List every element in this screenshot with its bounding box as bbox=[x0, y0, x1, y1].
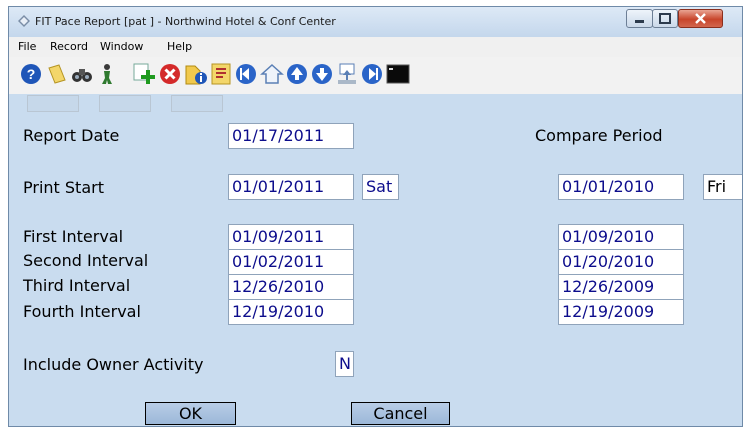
print-button[interactable] bbox=[335, 62, 359, 86]
fourth-interval-field[interactable]: 12/19/2010 bbox=[228, 299, 354, 325]
home-button[interactable] bbox=[260, 62, 284, 86]
maximize-icon bbox=[659, 13, 671, 24]
owner-activity-field[interactable]: N bbox=[335, 351, 354, 377]
toolbar: ? bbox=[9, 57, 742, 94]
print-start-field[interactable]: 01/01/2011 bbox=[228, 174, 354, 200]
menu-help[interactable]: Help bbox=[167, 40, 192, 53]
second-interval-compare-field[interactable]: 01/20/2010 bbox=[558, 249, 684, 275]
terminal-button[interactable] bbox=[386, 62, 410, 86]
compare-period-label: Compare Period bbox=[535, 126, 663, 145]
window-title: FIT Pace Report [pat ] - Northwind Hotel… bbox=[35, 15, 336, 28]
close-icon bbox=[695, 13, 706, 24]
report-date-label: Report Date bbox=[23, 126, 120, 145]
delete-button[interactable] bbox=[158, 62, 182, 86]
binoculars-icon bbox=[72, 69, 92, 82]
status-box-2 bbox=[99, 95, 151, 112]
third-interval-field[interactable]: 12/26/2010 bbox=[228, 274, 354, 300]
down-icon bbox=[312, 64, 332, 84]
owner-activity-label: Include Owner Activity bbox=[23, 355, 204, 374]
note-button[interactable] bbox=[45, 62, 69, 86]
terminal-icon bbox=[386, 64, 410, 84]
info-icon bbox=[185, 65, 207, 85]
up-button[interactable] bbox=[285, 62, 309, 86]
up-icon bbox=[287, 64, 307, 84]
info-button[interactable] bbox=[184, 62, 208, 86]
help-icon: ? bbox=[21, 64, 41, 84]
minimize-icon bbox=[635, 20, 644, 23]
down-button[interactable] bbox=[310, 62, 334, 86]
fourth-interval-compare-field[interactable]: 12/19/2009 bbox=[558, 299, 684, 325]
add-button[interactable] bbox=[132, 62, 156, 86]
figure-button[interactable] bbox=[95, 62, 119, 86]
title-bar[interactable]: FIT Pace Report [pat ] - Northwind Hotel… bbox=[9, 7, 742, 37]
minimize-button[interactable] bbox=[626, 9, 653, 28]
first-interval-field[interactable]: 01/09/2011 bbox=[228, 224, 354, 250]
compare-start-field[interactable]: 01/01/2010 bbox=[558, 174, 684, 200]
delete-icon bbox=[160, 64, 180, 84]
print-start-day-field[interactable]: Sat bbox=[362, 174, 399, 200]
next-button[interactable] bbox=[360, 62, 384, 86]
cancel-button[interactable]: Cancel bbox=[351, 402, 450, 425]
note-icon bbox=[48, 64, 66, 84]
menu-record[interactable]: Record bbox=[50, 40, 88, 53]
ok-button[interactable]: OK bbox=[145, 402, 236, 425]
form-area: Report Date 01/17/2011 Compare Period Pr… bbox=[9, 94, 742, 426]
compare-start-day-field[interactable]: Fri bbox=[703, 174, 742, 200]
second-interval-field[interactable]: 01/02/2011 bbox=[228, 249, 354, 275]
app-icon bbox=[18, 15, 30, 27]
list-icon bbox=[211, 63, 231, 85]
status-box-3 bbox=[171, 95, 223, 112]
menu-window[interactable]: Window bbox=[100, 40, 143, 53]
maximize-button[interactable] bbox=[652, 9, 678, 28]
home-icon bbox=[260, 63, 284, 84]
add-icon bbox=[133, 63, 155, 84]
status-box-1 bbox=[27, 95, 79, 112]
first-interval-label: First Interval bbox=[23, 227, 124, 246]
menu-file[interactable]: File bbox=[18, 40, 36, 53]
third-interval-compare-field[interactable]: 12/26/2009 bbox=[558, 274, 684, 300]
help-button[interactable]: ? bbox=[19, 62, 43, 86]
close-button[interactable] bbox=[678, 9, 723, 28]
svg-text:?: ? bbox=[27, 66, 36, 82]
print-start-label: Print Start bbox=[23, 178, 104, 197]
print-icon bbox=[338, 63, 356, 84]
second-interval-label: Second Interval bbox=[23, 251, 149, 270]
list-button[interactable] bbox=[209, 62, 233, 86]
report-window: FIT Pace Report [pat ] - Northwind Hotel… bbox=[8, 6, 743, 427]
first-interval-compare-field[interactable]: 01/09/2010 bbox=[558, 224, 684, 250]
fourth-interval-label: Fourth Interval bbox=[23, 302, 141, 321]
binoculars-button[interactable] bbox=[70, 62, 94, 86]
menu-bar: File Record Window Help bbox=[9, 37, 742, 58]
first-button[interactable] bbox=[234, 62, 258, 86]
report-date-field[interactable]: 01/17/2011 bbox=[228, 123, 354, 149]
third-interval-label: Third Interval bbox=[23, 276, 131, 295]
first-icon bbox=[236, 64, 256, 84]
figure-icon bbox=[102, 64, 112, 84]
next-icon bbox=[362, 64, 382, 84]
